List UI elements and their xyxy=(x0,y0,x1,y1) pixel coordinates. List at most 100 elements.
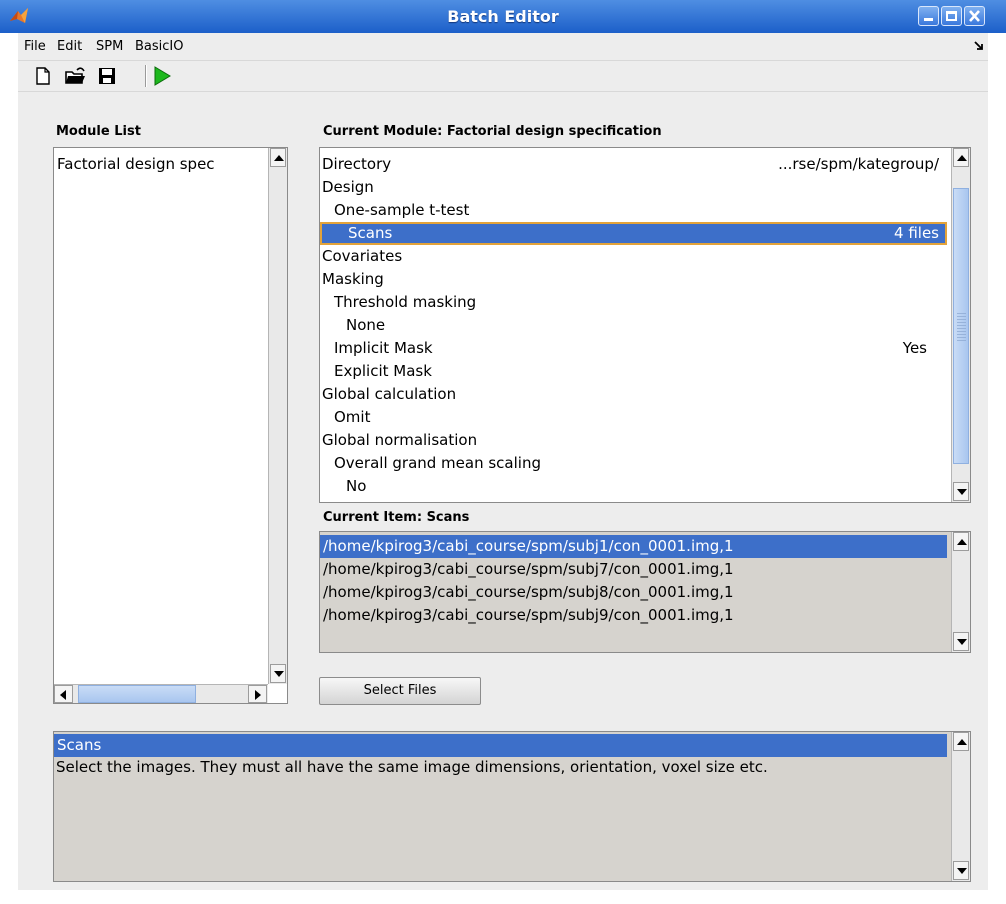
minimize-icon xyxy=(924,18,933,21)
file-list-item[interactable]: /home/kpirog3/cabi_course/spm/subj7/con_… xyxy=(323,558,947,581)
maximize-icon xyxy=(946,11,957,21)
arrow-right-icon xyxy=(255,690,261,700)
scroll-left-button[interactable] xyxy=(54,685,73,703)
scroll-up-button[interactable] xyxy=(953,532,969,551)
scroll-down-button[interactable] xyxy=(270,664,286,683)
row-value: 4 files xyxy=(894,224,939,242)
row-value: Yes xyxy=(902,339,927,357)
window-frame-bottom xyxy=(0,890,1006,904)
toolbar-separator xyxy=(145,65,147,87)
close-button[interactable] xyxy=(964,6,985,26)
dock-arrow-icon[interactable] xyxy=(974,41,984,51)
row-label: Global normalisation xyxy=(322,431,478,449)
row-label: Omit xyxy=(334,408,371,426)
arrow-up-icon xyxy=(274,155,284,161)
arrow-down-icon xyxy=(957,639,967,645)
module-row-overall-grand-mean-scaling[interactable]: Overall grand mean scaling xyxy=(334,452,947,475)
current-module-list[interactable]: Directory ...rse/spm/kategroup/ Design On… xyxy=(319,147,971,503)
title-bar[interactable]: Batch Editor xyxy=(0,0,1006,34)
row-label: Threshold masking xyxy=(334,293,477,311)
menu-basicio[interactable]: BasicIO xyxy=(135,39,183,54)
module-row-scans[interactable]: Scans 4 files xyxy=(320,222,947,245)
close-icon xyxy=(969,10,980,22)
minimize-button[interactable] xyxy=(918,6,939,26)
scroll-down-button[interactable] xyxy=(953,482,969,501)
arrow-up-icon xyxy=(957,539,967,545)
help-title: Scans xyxy=(54,734,947,757)
row-label: None xyxy=(346,316,386,334)
module-row-covariates[interactable]: Covariates xyxy=(322,245,947,268)
arrow-down-icon xyxy=(957,489,967,495)
select-files-button[interactable]: Select Files xyxy=(319,677,481,705)
module-list-item[interactable]: Factorial design spec xyxy=(57,153,262,176)
help-text: Select the images. They must all have th… xyxy=(56,758,768,776)
module-row-threshold-masking[interactable]: Threshold masking xyxy=(334,291,947,314)
hscroll-thumb[interactable] xyxy=(78,685,196,703)
open-folder-icon[interactable] xyxy=(64,65,86,87)
row-label: Directory xyxy=(322,155,392,173)
menu-edit[interactable]: Edit xyxy=(57,39,82,54)
batch-editor-window: Batch Editor File Edit SPM BasicIO Modul… xyxy=(0,0,1006,904)
file-path: /home/kpirog3/cabi_course/spm/subj8/con_… xyxy=(323,583,734,601)
row-value: ...rse/spm/kategroup/ xyxy=(778,155,939,173)
file-list-item[interactable]: /home/kpirog3/cabi_course/spm/subj8/con_… xyxy=(323,581,947,604)
module-row-no[interactable]: No xyxy=(346,475,947,502)
help-title-text: Scans xyxy=(57,736,102,754)
save-disk-icon[interactable] xyxy=(96,65,118,87)
file-list-item[interactable]: /home/kpirog3/cabi_course/spm/subj1/con_… xyxy=(320,535,947,558)
run-play-icon[interactable] xyxy=(151,65,173,87)
module-row-global-normalisation[interactable]: Global normalisation xyxy=(322,429,947,452)
window-title: Batch Editor xyxy=(447,7,559,26)
module-row-none[interactable]: None xyxy=(346,314,947,337)
module-row-explicit-mask[interactable]: Explicit Mask xyxy=(334,360,947,383)
module-row-omit[interactable]: Omit xyxy=(334,406,947,429)
module-row-masking[interactable]: Masking xyxy=(322,268,947,291)
module-row-one-sample-t-test[interactable]: One-sample t-test xyxy=(334,199,947,222)
module-row-design[interactable]: Design xyxy=(322,176,947,199)
scroll-up-button[interactable] xyxy=(270,148,286,167)
row-label: Overall grand mean scaling xyxy=(334,454,541,472)
file-path: /home/kpirog3/cabi_course/spm/subj9/con_… xyxy=(323,606,734,624)
arrow-left-icon xyxy=(60,690,66,700)
current-item-vscroll[interactable] xyxy=(951,532,970,652)
module-row-directory[interactable]: Directory ...rse/spm/kategroup/ xyxy=(322,153,947,176)
help-panel[interactable]: Scans Select the images. They must all h… xyxy=(53,731,971,882)
row-label: Design xyxy=(322,178,374,196)
row-label: Explicit Mask xyxy=(334,362,432,380)
arrow-up-icon xyxy=(957,155,967,161)
row-label: Global calculation xyxy=(322,385,457,403)
row-label: Covariates xyxy=(322,247,403,265)
scroll-down-button[interactable] xyxy=(953,632,969,651)
help-vscroll[interactable] xyxy=(951,732,970,881)
current-module-label: Current Module: Factorial design specifi… xyxy=(323,124,662,139)
window-frame-left xyxy=(0,33,18,904)
maximize-button[interactable] xyxy=(941,6,962,26)
scroll-up-button[interactable] xyxy=(953,148,969,167)
menu-bar: File Edit SPM BasicIO xyxy=(18,33,988,60)
window-frame-right xyxy=(988,33,1006,904)
module-row-implicit-mask[interactable]: Implicit Mask Yes xyxy=(334,337,947,360)
current-item-list[interactable]: /home/kpirog3/cabi_course/spm/subj1/con_… xyxy=(319,531,971,653)
module-list[interactable]: Factorial design spec xyxy=(53,147,288,704)
menu-spm[interactable]: SPM xyxy=(96,39,123,54)
current-item-label: Current Item: Scans xyxy=(323,510,470,525)
arrow-up-icon xyxy=(957,739,967,745)
module-list-vscroll[interactable] xyxy=(268,148,287,684)
new-file-icon[interactable] xyxy=(32,65,54,87)
row-label: Masking xyxy=(322,270,384,288)
module-list-label: Module List xyxy=(56,124,141,139)
file-list-item[interactable]: /home/kpirog3/cabi_course/spm/subj9/con_… xyxy=(323,604,947,627)
menu-file[interactable]: File xyxy=(24,39,46,54)
module-row-global-calculation[interactable]: Global calculation xyxy=(322,383,947,406)
grip-icon xyxy=(957,311,966,341)
row-label: No xyxy=(346,477,367,495)
row-label: Scans xyxy=(348,224,393,242)
current-module-vscroll[interactable] xyxy=(951,148,970,502)
file-path: /home/kpirog3/cabi_course/spm/subj7/con_… xyxy=(323,560,734,578)
scroll-up-button[interactable] xyxy=(953,732,969,751)
scroll-down-button[interactable] xyxy=(953,861,969,880)
vscroll-thumb[interactable] xyxy=(953,188,969,464)
row-label: One-sample t-test xyxy=(334,201,470,219)
scroll-right-button[interactable] xyxy=(248,685,267,703)
module-list-hscroll[interactable] xyxy=(54,684,268,703)
